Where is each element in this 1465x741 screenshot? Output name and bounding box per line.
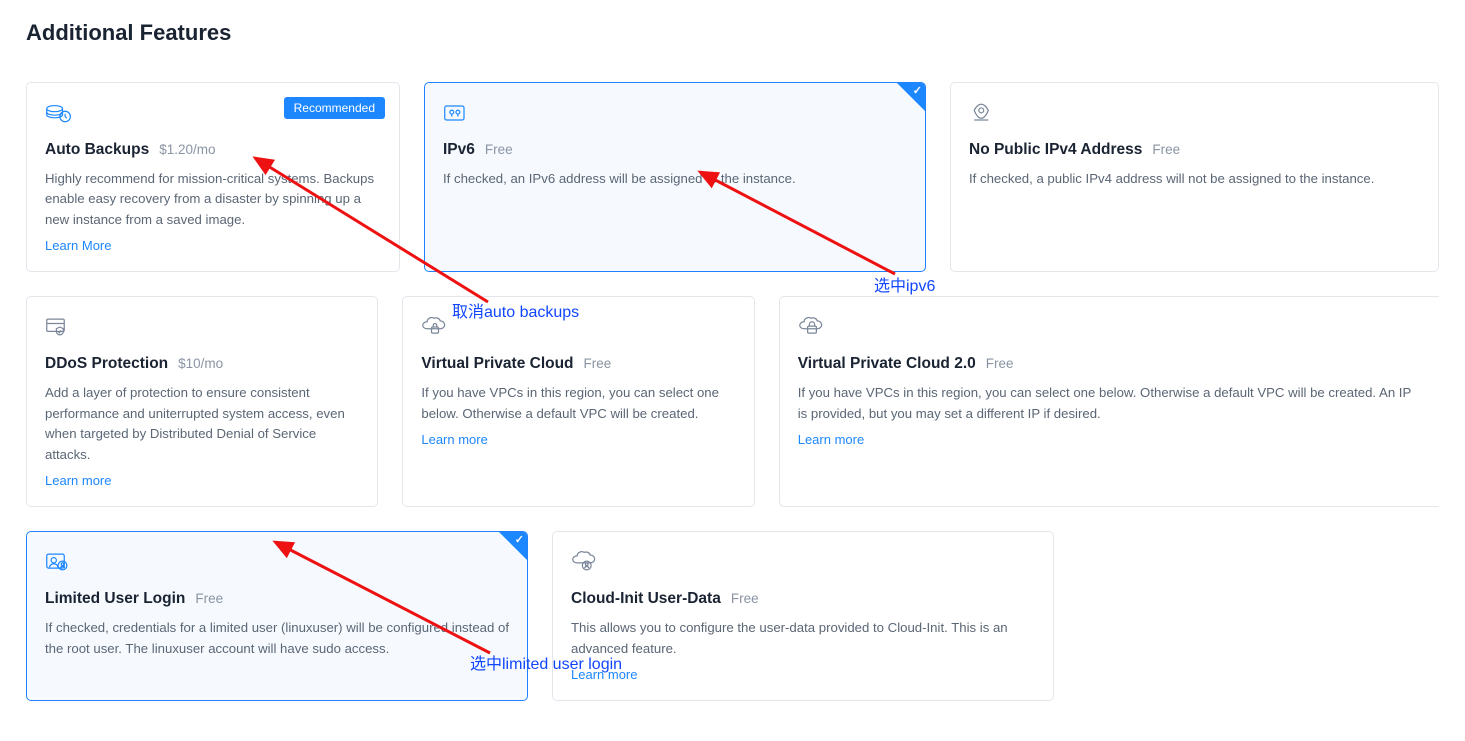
card-description: If checked, an IPv6 address will be assi…	[443, 169, 907, 189]
card-title-row: Virtual Private Cloud Free	[421, 355, 735, 373]
card-description: If checked, credentials for a limited us…	[45, 618, 509, 659]
card-title-row: DDoS Protection $10/mo	[45, 355, 359, 373]
selected-check-icon	[897, 83, 925, 111]
card-price: Free	[731, 591, 759, 606]
annotation-select-limited-user: 选中limited user login	[470, 650, 622, 674]
ddos-icon	[45, 313, 359, 341]
features-row-3: Limited User Login Free If checked, cred…	[26, 531, 1439, 701]
learn-more-link[interactable]: Learn more	[421, 432, 735, 447]
badge-recommended: Recommended	[284, 97, 385, 119]
card-title: Virtual Private Cloud	[421, 355, 573, 373]
card-description: Highly recommend for mission-critical sy…	[45, 169, 381, 230]
card-vpc2[interactable]: Virtual Private Cloud 2.0 Free If you ha…	[779, 296, 1439, 507]
learn-more-link[interactable]: Learn More	[45, 238, 381, 253]
features-row-2: DDoS Protection $10/mo Add a layer of pr…	[26, 296, 1439, 507]
features-row-1: Recommended Auto Backups $1.20/mo Highly…	[26, 82, 1439, 272]
no-ipv4-icon	[969, 99, 1420, 127]
card-title-row: No Public IPv4 Address Free	[969, 141, 1420, 159]
card-title-row: Cloud-Init User-Data Free	[571, 590, 1035, 608]
annotation-cancel-auto-backups: 取消auto backups	[452, 298, 579, 322]
card-price: Free	[195, 591, 223, 606]
card-title-row: Limited User Login Free	[45, 590, 509, 608]
card-price: Free	[1152, 142, 1180, 157]
card-price: Free	[986, 356, 1014, 371]
card-vpc[interactable]: Virtual Private Cloud Free If you have V…	[402, 296, 754, 507]
card-price: $1.20/mo	[159, 142, 215, 157]
annotation-select-ipv6: 选中ipv6	[874, 272, 935, 296]
learn-more-link[interactable]: Learn more	[571, 667, 1035, 682]
section-title: Additional Features	[26, 20, 1439, 46]
card-title: DDoS Protection	[45, 355, 168, 373]
card-title: No Public IPv4 Address	[969, 141, 1142, 159]
card-no-public-ipv4[interactable]: No Public IPv4 Address Free If checked, …	[950, 82, 1439, 272]
page-root: Additional Features Recommended Auto Bac…	[0, 0, 1465, 741]
card-cloud-init[interactable]: Cloud-Init User-Data Free This allows yo…	[552, 531, 1054, 701]
card-title: IPv6	[443, 141, 475, 159]
card-description: If you have VPCs in this region, you can…	[798, 383, 1421, 424]
learn-more-link[interactable]: Learn more	[45, 473, 359, 488]
card-price: Free	[485, 142, 513, 157]
card-description: If you have VPCs in this region, you can…	[421, 383, 735, 424]
limited-user-icon	[45, 548, 509, 576]
ipv6-icon	[443, 99, 907, 127]
card-description: If checked, a public IPv4 address will n…	[969, 169, 1420, 189]
card-title: Limited User Login	[45, 590, 185, 608]
card-auto-backups[interactable]: Recommended Auto Backups $1.20/mo Highly…	[26, 82, 400, 272]
card-title-row: Auto Backups $1.20/mo	[45, 141, 381, 159]
card-description: Add a layer of protection to ensure cons…	[45, 383, 359, 465]
card-ddos-protection[interactable]: DDoS Protection $10/mo Add a layer of pr…	[26, 296, 378, 507]
learn-more-link[interactable]: Learn more	[798, 432, 1421, 447]
card-price: Free	[584, 356, 612, 371]
card-title: Virtual Private Cloud 2.0	[798, 355, 976, 373]
card-title: Auto Backups	[45, 141, 149, 159]
features-grid: Recommended Auto Backups $1.20/mo Highly…	[26, 82, 1439, 701]
card-title: Cloud-Init User-Data	[571, 590, 721, 608]
card-description: This allows you to configure the user-da…	[571, 618, 1035, 659]
vpc2-icon	[798, 313, 1421, 341]
card-ipv6[interactable]: IPv6 Free If checked, an IPv6 address wi…	[424, 82, 926, 272]
card-limited-user-login[interactable]: Limited User Login Free If checked, cred…	[26, 531, 528, 701]
card-title-row: IPv6 Free	[443, 141, 907, 159]
selected-check-icon	[499, 532, 527, 560]
card-price: $10/mo	[178, 356, 223, 371]
cloud-init-icon	[571, 548, 1035, 576]
card-title-row: Virtual Private Cloud 2.0 Free	[798, 355, 1421, 373]
